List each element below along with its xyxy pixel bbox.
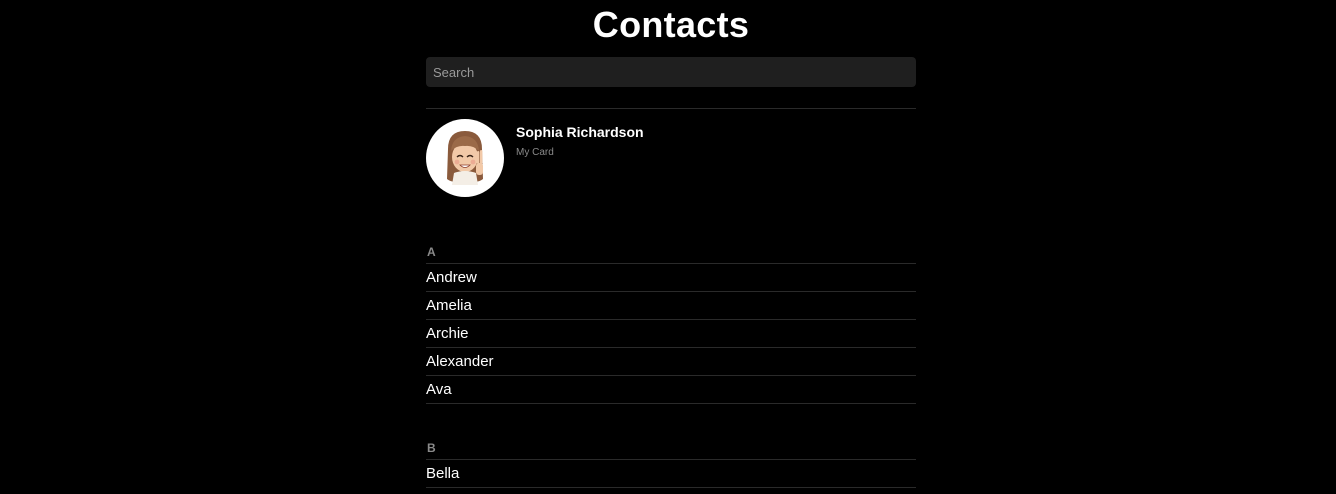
search-input[interactable] <box>426 57 916 87</box>
list-item[interactable]: Archie <box>426 320 916 348</box>
my-card-name: Sophia Richardson <box>516 124 644 140</box>
my-card-subtitle: My Card <box>516 147 554 158</box>
contact-section-b: B Bella <box>426 440 916 488</box>
divider <box>426 108 916 109</box>
list-item[interactable]: Andrew <box>426 264 916 292</box>
contacts-page: Contacts Search Sophia Richardson My Car… <box>0 0 1336 494</box>
section-header: B <box>426 440 916 460</box>
contacts-column: Contacts Search Sophia Richardson My Car… <box>426 0 916 488</box>
page-title: Contacts <box>592 4 750 45</box>
list-item[interactable]: Alexander <box>426 348 916 376</box>
list-item[interactable]: Ava <box>426 376 916 404</box>
memoji-avatar-icon <box>426 119 504 197</box>
contact-section-a: A Andrew Amelia Archie Alexander Ava <box>426 244 916 404</box>
list-item[interactable]: Bella <box>426 460 916 488</box>
my-card[interactable]: Sophia Richardson My Card <box>426 119 916 197</box>
list-item[interactable]: Amelia <box>426 292 916 320</box>
section-header: A <box>426 244 916 264</box>
